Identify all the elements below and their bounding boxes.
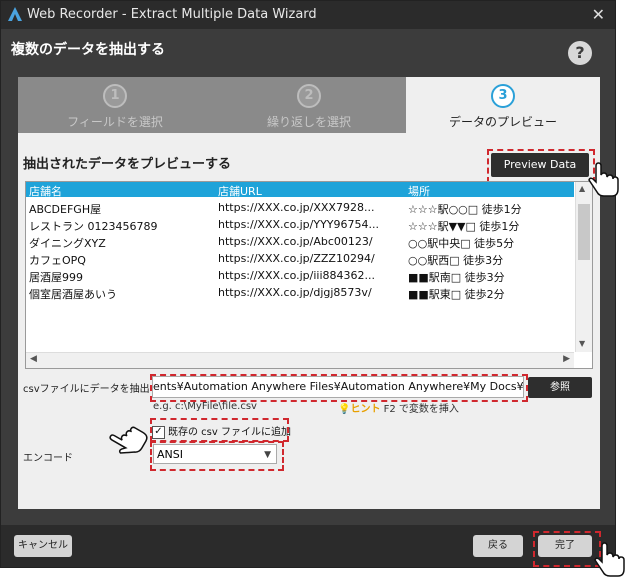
csv-label: csvファイルにデータを抽出する [23, 384, 170, 395]
close-icon[interactable]: ✕ [592, 5, 605, 24]
table-row[interactable]: ダイニングXYZ https://XXX.co.jp/Abc00123/ ○○駅… [26, 233, 574, 250]
highlight-box [150, 418, 289, 442]
help-icon[interactable]: ? [568, 41, 592, 65]
highlight-box [487, 149, 595, 183]
grid-header: 店舗名 店舗URL 場所 [26, 182, 574, 199]
cell: https://XXX.co.jp/djgj8573v/ [218, 286, 372, 299]
scroll-right-icon[interactable]: ▶ [563, 354, 570, 364]
cell: https://XXX.co.jp/ZZZ10294/ [218, 252, 375, 265]
step-label: 繰り返しを選択 [266, 115, 351, 129]
column-header[interactable]: 店舗URL [218, 183, 262, 199]
step-number: 3 [491, 84, 515, 108]
scroll-left-icon[interactable]: ◀ [30, 354, 37, 364]
lightbulb-icon: 💡 [338, 404, 351, 415]
encoding-label: エンコード [23, 453, 73, 464]
window-title: Web Recorder - Extract Multiple Data Wiz… [27, 7, 317, 22]
highlight-box [150, 374, 528, 402]
table-row[interactable]: ABCDEFGH屋 https://XXX.co.jp/XXX7928... ☆… [26, 199, 574, 216]
wizard-steps: 1 フィールドを選択 2 繰り返しを選択 3 データのプレビュー [18, 77, 600, 133]
browse-button[interactable]: 参照 [528, 377, 592, 398]
step-number: 1 [103, 84, 127, 108]
scroll-down-icon[interactable]: ▼ [579, 339, 585, 348]
table-row[interactable]: カフェOPQ https://XXX.co.jp/ZZZ10294/ ○○駅西□… [26, 250, 574, 267]
cell: https://XXX.co.jp/XXX7928... [218, 201, 375, 214]
column-header[interactable]: 場所 [408, 183, 430, 199]
table-row[interactable]: 個室居酒屋あいう https://XXX.co.jp/djgj8573v/ ■■… [26, 284, 574, 301]
cell: ■■駅東□ 徒歩2分 [408, 288, 505, 301]
hint-text: 💡ヒント F2 で変数を挿入 [338, 400, 459, 415]
hand-cursor-icon [588, 162, 619, 197]
column-header[interactable]: 店舗名 [29, 183, 62, 199]
back-button[interactable]: 戻る [473, 535, 523, 557]
step-select-repeat[interactable]: 2 繰り返しを選択 [212, 77, 406, 133]
cancel-button[interactable]: キャンセル [14, 535, 72, 557]
cell: ○○駅中央□ 徒歩5分 [408, 237, 515, 250]
page-title: 複数のデータを抽出する [11, 42, 165, 58]
cell: ☆☆☆駅○○□ 徒歩1分 [408, 203, 522, 216]
cell: https://XXX.co.jp/Abc00123/ [218, 235, 373, 248]
cell: ☆☆☆駅▼▼□ 徒歩1分 [408, 220, 520, 233]
preview-panel: 抽出されたデータをプレビューする Preview Data 店舗名 店舗URL … [18, 133, 600, 509]
hint-label: ヒント [350, 404, 381, 415]
cell: 居酒屋999 [29, 271, 83, 284]
step-label: フィールドを選択 [67, 115, 163, 129]
cell: ダイニングXYZ [29, 237, 106, 250]
highlight-box [150, 441, 284, 471]
cell: ABCDEFGH屋 [29, 203, 102, 216]
cell: カフェOPQ [29, 254, 86, 267]
cell: ○○駅西□ 徒歩3分 [408, 254, 504, 267]
step-select-fields[interactable]: 1 フィールドを選択 [18, 77, 212, 133]
cell: https://XXX.co.jp/iii884362... [218, 269, 376, 282]
data-grid: 店舗名 店舗URL 場所 ABCDEFGH屋 https://XXX.co.jp… [25, 181, 593, 369]
step-label: データのプレビュー [448, 115, 557, 129]
cell: ■■駅南□ 徒歩3分 [408, 271, 505, 284]
hand-cursor-icon [109, 426, 148, 454]
table-row[interactable]: レストラン 0123456789 https://XXX.co.jp/YYY96… [26, 216, 574, 233]
title-bar: Web Recorder - Extract Multiple Data Wiz… [1, 1, 615, 29]
app-logo-icon [8, 7, 22, 21]
example-text: e.g. c:\MyFile\file.csv [153, 401, 257, 412]
hand-cursor-icon [594, 542, 625, 577]
table-row[interactable]: 居酒屋999 https://XXX.co.jp/iii884362... ■■… [26, 267, 574, 284]
wizard-window: Web Recorder - Extract Multiple Data Wiz… [0, 0, 616, 568]
panel-title: 抽出されたデータをプレビューする [23, 157, 232, 172]
cell: https://XXX.co.jp/YYY96754... [218, 218, 379, 231]
vertical-scrollbar[interactable]: ▲ ▼ [575, 182, 592, 352]
step-data-preview[interactable]: 3 データのプレビュー [406, 77, 600, 133]
cell: 個室居酒屋あいう [29, 288, 117, 301]
step-number: 2 [297, 84, 321, 108]
scroll-thumb[interactable] [578, 204, 590, 260]
horizontal-scrollbar[interactable]: ◀ ▶ [26, 352, 574, 368]
cell: レストラン 0123456789 [29, 220, 158, 233]
hint-body: F2 で変数を挿入 [383, 404, 459, 415]
